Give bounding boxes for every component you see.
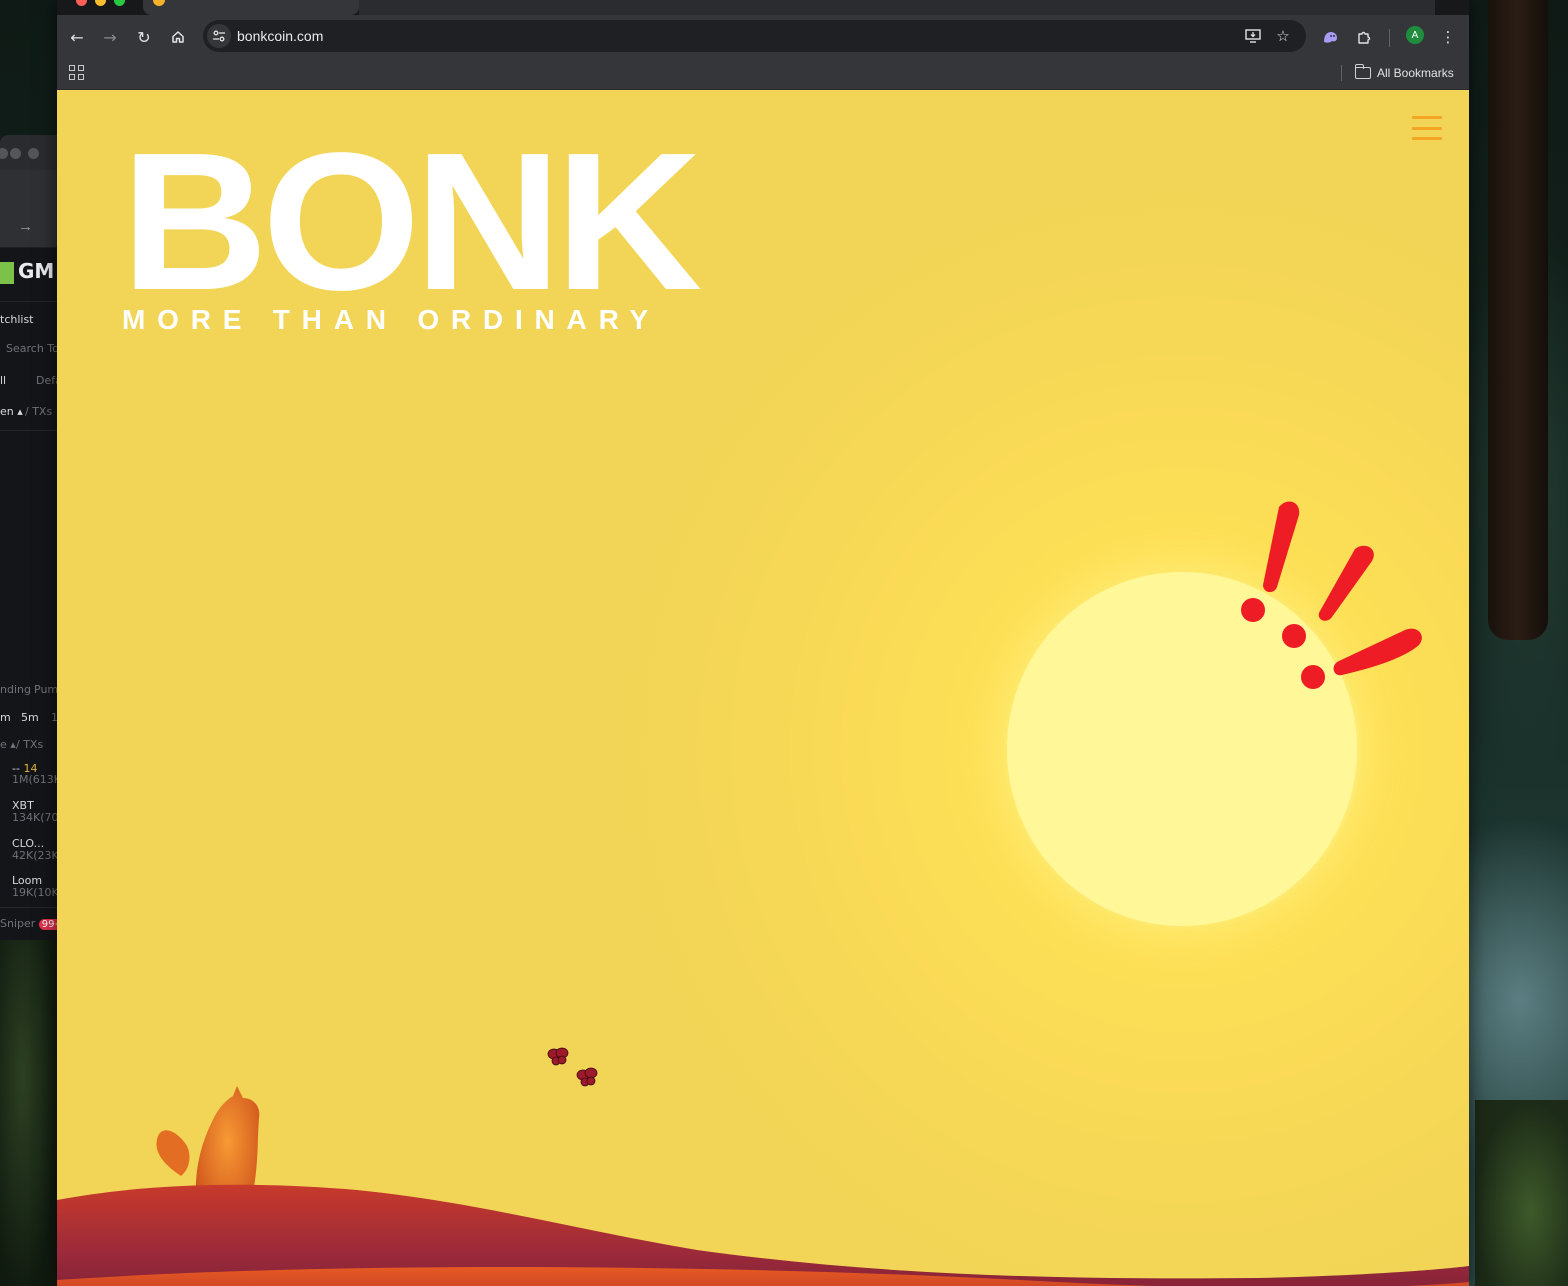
timeframe-1[interactable]: m (0, 711, 11, 724)
puzzle-icon[interactable] (1351, 24, 1377, 50)
list-item-sub: 42K(23K (12, 849, 59, 862)
bookmarks-bar: All Bookmarks (57, 57, 1469, 90)
minimize-window-button[interactable] (95, 0, 106, 6)
sort-txs[interactable]: / TXs (16, 738, 43, 751)
url-text[interactable]: bonkcoin.com (237, 28, 323, 44)
forward-arrow-icon[interactable]: → (97, 24, 123, 50)
column-token[interactable]: en ▴ (0, 405, 23, 418)
list-item-sub: 1M(613K (12, 773, 61, 786)
bookmarks-divider (1341, 65, 1342, 81)
wallpaper-foliage (1475, 1100, 1568, 1286)
reload-icon[interactable]: ↻ (131, 24, 157, 50)
filter-all[interactable]: ll (0, 374, 6, 387)
sort-label[interactable]: e ▴ (0, 738, 16, 751)
ghost-extension-icon[interactable] (1317, 24, 1343, 50)
tab-strip (57, 0, 1469, 15)
column-txs[interactable]: / TXs (25, 405, 52, 418)
maximize-window-button[interactable] (114, 0, 125, 6)
frog-icon (0, 261, 14, 284)
tagline: MORE THAN ORDINARY (122, 304, 661, 335)
tab-bonkcoin[interactable] (143, 0, 359, 15)
home-icon[interactable] (165, 24, 191, 50)
browser-window: ← → ↻ bonkcoin.com ☆ A ⋮ All Bookmarks B… (57, 0, 1469, 1286)
list-item-sub: 19K(10K (12, 886, 59, 899)
tab-pump[interactable]: Pum (34, 683, 58, 696)
bonk-logo: BONK (121, 112, 702, 331)
tab-trending[interactable]: nding (0, 683, 31, 696)
toolbar-divider (1389, 29, 1390, 47)
window-dot (10, 148, 21, 159)
star-icon[interactable]: ☆ (1271, 24, 1295, 48)
window-dot (0, 148, 8, 159)
forward-arrow-icon[interactable]: → (18, 218, 33, 235)
all-bookmarks-label: All Bookmarks (1377, 66, 1454, 80)
gm-logo: GM (0, 259, 54, 284)
page-viewport: BONK MORE THAN ORDINARY (57, 90, 1469, 1286)
list-item-sub: 134K(70 (12, 811, 59, 824)
close-window-button[interactable] (76, 0, 87, 6)
watchlist-label: tchlist (0, 313, 34, 326)
timeframe-5m[interactable]: 5m (21, 711, 39, 724)
profile-avatar[interactable]: A (1406, 26, 1424, 44)
tab-other[interactable] (359, 0, 1435, 15)
exclamation-marks-illustration (1241, 501, 1422, 689)
hamburger-menu-icon[interactable] (1412, 116, 1442, 140)
butterflies-illustration (547, 1047, 598, 1087)
all-bookmarks-button[interactable]: All Bookmarks (1354, 62, 1454, 84)
bonk-favicon-icon (153, 0, 165, 6)
install-app-icon[interactable] (1241, 24, 1265, 48)
address-bar[interactable]: bonkcoin.com ☆ (203, 20, 1306, 52)
grass-hill-illustration (57, 1184, 1469, 1286)
folder-icon (1354, 64, 1371, 79)
tune-icon[interactable] (207, 24, 231, 48)
browser-toolbar: ← → ↻ bonkcoin.com ☆ A ⋮ (57, 15, 1469, 57)
kebab-menu-icon[interactable]: ⋮ (1435, 24, 1461, 50)
window-dot (28, 148, 39, 159)
apps-grid-icon[interactable] (67, 63, 85, 81)
back-arrow-icon[interactable]: ← (64, 24, 90, 50)
search-input[interactable]: Search To (6, 342, 59, 355)
wallpaper-foliage-left (0, 940, 57, 1286)
wallpaper-tree (1488, 0, 1548, 640)
